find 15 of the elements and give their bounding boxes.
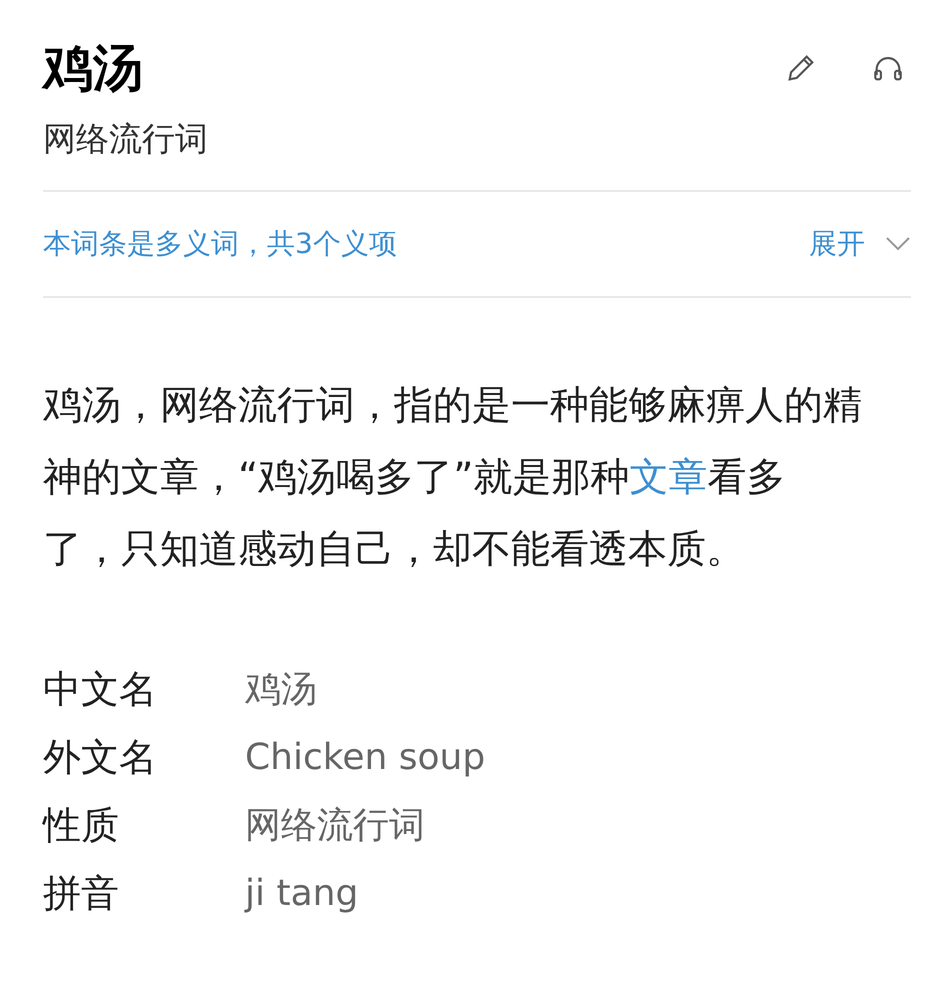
info-label: 性质 (43, 802, 120, 849)
entry-subtitle: 网络流行词 (43, 118, 209, 160)
chevron-icon (885, 236, 911, 252)
info-value: 网络流行词 (245, 804, 425, 848)
info-label: 拼音 (43, 870, 120, 917)
entry-title: 鸡汤 (43, 43, 143, 93)
info-label: 中文名 (43, 666, 158, 713)
expand-button[interactable]: 展开 (809, 222, 911, 264)
info-value: ji tang (245, 872, 358, 916)
notice-text: 本词条是多义词，共3个义项 (43, 226, 397, 262)
info-value: 鸡汤 (245, 668, 317, 712)
article-link[interactable]: 文章 (629, 454, 708, 500)
info-value: Chicken soup (245, 736, 486, 780)
info-label: 外文名 (43, 734, 158, 781)
summary-paragraph: 鸡汤，网络流行词，指的是一种能够麻痹人的精神的文章，“鸡汤喝多了”就是那种文章看多了，只知道感动自己，却不能看透本质。 (43, 382, 863, 574)
